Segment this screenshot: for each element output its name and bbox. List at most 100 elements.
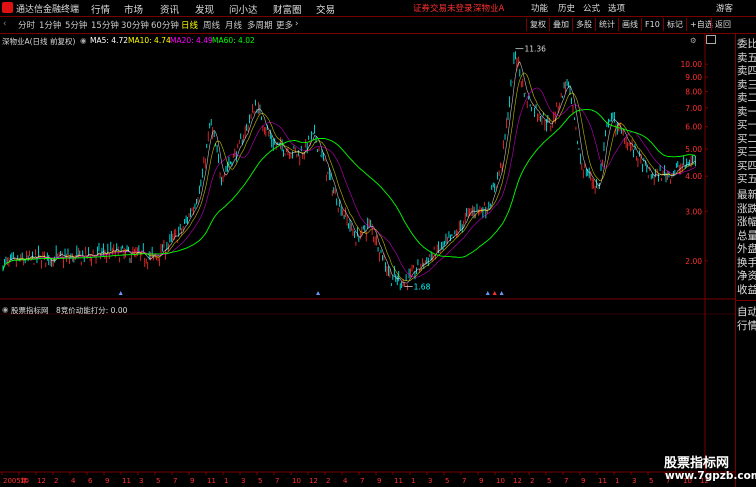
panel-item-ask2: 卖二 (737, 92, 756, 104)
x-tick-label: 7 (564, 477, 568, 485)
ma5-label: MA5: 4.72 (90, 36, 128, 45)
x-tick-label: 7 (360, 477, 364, 485)
y-tick-label: 9.00 (685, 73, 702, 82)
x-tick-label: 1 (411, 477, 415, 485)
auto-quote-button[interactable]: 自动 (737, 306, 756, 320)
ma20-line (2, 87, 696, 278)
panel-item-ask5: 卖五 (737, 51, 756, 64)
overlay-button[interactable]: 叠加 (549, 18, 572, 31)
ma60-label: MA60: 4.02 (212, 36, 255, 45)
indicator-settings-icon[interactable]: ◉ (2, 305, 9, 314)
x-tick-label: 10 (292, 477, 301, 485)
panel-item-change: 涨跌 (737, 202, 756, 215)
x-tick-label: 11 (207, 477, 216, 485)
x-tick-label: 12 (37, 477, 46, 485)
period-15min[interactable]: 15分钟 (91, 19, 119, 31)
period-30min[interactable]: 30分钟 (121, 19, 149, 31)
x-tick-label: 2 (530, 477, 534, 485)
adjust-button[interactable]: 复权 (526, 18, 549, 31)
menu-bar: 通达信金融终端 行情 市场 资讯 发现 问小达 财富圈 交易 证券交易未登录 深… (0, 0, 756, 17)
quote-side-panel: 委比 卖五 卖四 卖三 卖二 卖一 买一 买二 买三 买四 买五 最新 涨跌 涨… (735, 34, 756, 487)
x-tick-label: 4 (343, 477, 348, 485)
x-tick-label: 3 (241, 477, 245, 485)
panel-item-ask4: 卖四 (737, 65, 756, 77)
app-name: 通达信金融终端 (16, 5, 80, 15)
x-tick-label: 5 (258, 477, 262, 485)
more-arrow-icon[interactable]: › (295, 19, 298, 29)
mark-button[interactable]: 标记 (663, 18, 686, 31)
panel-item-ask3: 卖三 (737, 78, 756, 91)
period-60min[interactable]: 60分钟 (151, 19, 179, 31)
menu-item-ask[interactable]: 问小达 (229, 2, 258, 16)
period-5min[interactable]: 5分钟 (65, 19, 87, 31)
period-more[interactable]: 更多 (276, 19, 293, 31)
menu-item-news[interactable]: 资讯 (160, 2, 179, 16)
high-price-label: 11.36 (524, 45, 546, 54)
panel-item-bid4: 买四 (737, 159, 756, 172)
x-tick-label: 4 (71, 477, 76, 485)
maximize-icon[interactable] (706, 35, 716, 44)
ma5-line (2, 61, 696, 284)
ma20-label: MA20: 4.49 (170, 36, 213, 45)
y-tick-label: 7.00 (685, 104, 702, 113)
period-handle-icon: ‹ (3, 19, 7, 29)
menu-item-discover[interactable]: 发现 (195, 2, 214, 16)
app-logo-icon (2, 2, 13, 13)
x-tick-label: 9 (581, 477, 585, 485)
period-1min[interactable]: 1分钟 (39, 19, 61, 31)
panel-divider (736, 300, 756, 301)
quote-button[interactable]: 行情 (737, 320, 756, 334)
login-status[interactable]: 证券交易未登录 (413, 2, 473, 14)
period-weekly[interactable]: 周线 (203, 19, 220, 31)
period-monthly[interactable]: 月线 (225, 19, 242, 31)
event-marker-icon (316, 291, 321, 295)
x-tick-label: 7 (462, 477, 466, 485)
chart-settings-gear-icon[interactable]: ⚙ (690, 36, 697, 45)
menu-item-quotes[interactable]: 行情 (91, 2, 110, 16)
panel-item-bid3: 买三 (737, 146, 756, 158)
multi-stock-button[interactable]: 多股 (572, 18, 595, 31)
y-tick-label: 5.00 (685, 145, 702, 154)
stats-button[interactable]: 统计 (595, 18, 618, 31)
menu-item-options[interactable]: 选项 (608, 2, 625, 14)
ma10-label: MA10: 4.74 (128, 36, 171, 45)
x-tick-label: 5 (649, 477, 653, 485)
y-tick-label: 10.00 (681, 60, 703, 69)
panel-item-bid2: 买二 (737, 132, 756, 145)
x-tick-label: 3 (139, 477, 143, 485)
chart-title: 深物业A(日线 前复权) (2, 37, 76, 46)
y-tick-label: 6.00 (685, 123, 702, 132)
menu-item-formula[interactable]: 公式 (583, 2, 600, 14)
indicator-source: 股票指标网 (11, 306, 49, 315)
x-tick-label: 11 (122, 477, 131, 485)
period-multi[interactable]: 多周期 (247, 19, 273, 31)
draw-button[interactable]: 画线 (618, 18, 641, 31)
menu-item-market[interactable]: 市场 (124, 2, 143, 16)
f10-button[interactable]: F10 (641, 18, 663, 31)
period-daily[interactable]: 日线 (181, 19, 198, 31)
indicator-formula: 8竞价动能打分: 0.00 (56, 306, 128, 315)
event-marker-icon (499, 291, 504, 295)
panel-item-net-assets: 净资 (737, 270, 756, 282)
y-tick-label: 2.00 (685, 257, 702, 266)
kline-chart[interactable]: 10.009.008.007.006.005.004.003.002.0011.… (0, 34, 735, 487)
x-tick-label: 1 (615, 477, 619, 485)
watermark-url: www.7gpzb.com (665, 470, 756, 482)
x-tick-label: 10 (20, 477, 29, 485)
menu-item-function[interactable]: 功能 (531, 2, 548, 14)
x-tick-label: 5 (547, 477, 551, 485)
guest-user[interactable]: 游客 (716, 2, 733, 14)
chart-settings-icon[interactable]: ◉ (80, 36, 87, 45)
x-tick-label: 9 (105, 477, 109, 485)
x-tick-label: 5 (156, 477, 160, 485)
menu-item-history[interactable]: 历史 (558, 2, 575, 14)
menu-item-wealth[interactable]: 财富圈 (273, 2, 302, 16)
back-button[interactable]: 返回 (711, 18, 734, 31)
x-tick-label: 9 (377, 477, 381, 485)
x-tick-label: 2 (54, 477, 58, 485)
menu-item-trade[interactable]: 交易 (316, 2, 335, 16)
ma10-line (2, 72, 696, 282)
period-intraday[interactable]: 分时 (18, 19, 35, 31)
event-marker-icon (492, 291, 497, 295)
x-tick-label: 9 (479, 477, 483, 485)
